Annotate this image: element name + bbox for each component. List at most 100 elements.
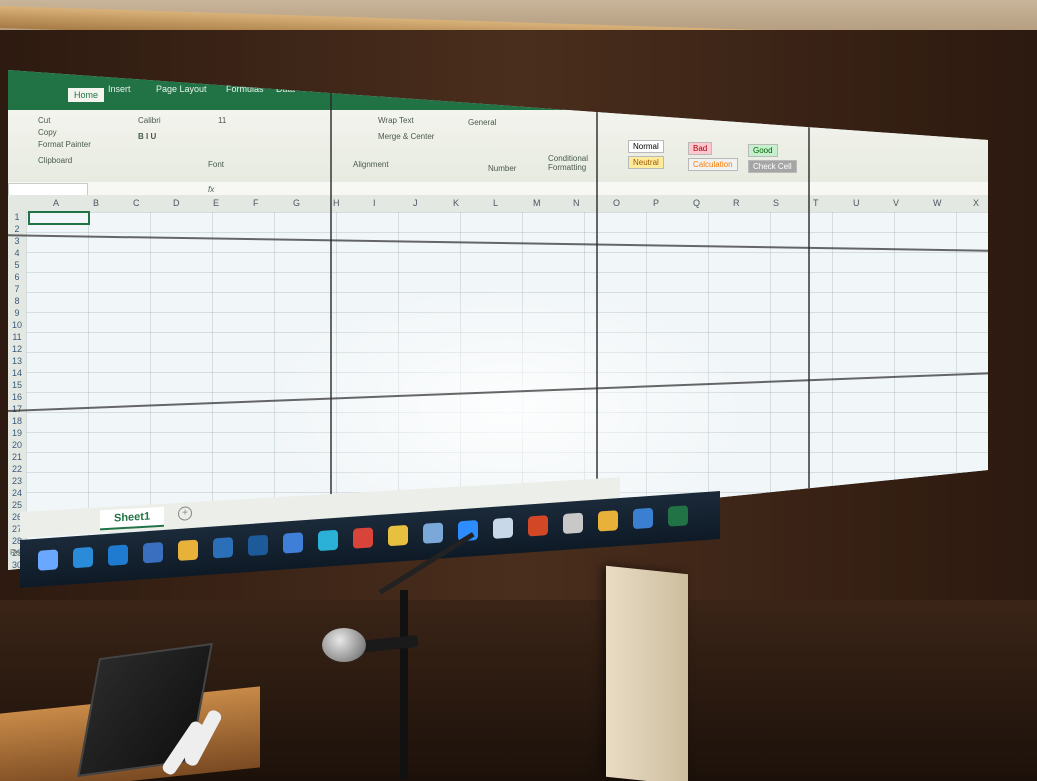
column-header[interactable]: O <box>613 198 620 208</box>
font-name-select[interactable]: Calibri <box>138 116 161 125</box>
tab-data[interactable]: Data <box>276 84 295 94</box>
row-header[interactable]: 2 <box>8 224 26 234</box>
column-header[interactable]: B <box>93 198 99 208</box>
column-header[interactable]: E <box>213 198 219 208</box>
row-header[interactable]: 9 <box>8 308 26 318</box>
column-header[interactable]: S <box>773 198 779 208</box>
zoom-slider[interactable] <box>878 532 988 544</box>
copy-button[interactable]: Copy <box>38 128 57 137</box>
column-header[interactable]: W <box>933 198 942 208</box>
row-header[interactable]: 11 <box>8 332 26 342</box>
bold-italic-underline[interactable]: B I U <box>138 132 156 141</box>
column-header-row: A B C D E F G H I J K L M N O P Q R S T U V W X <box>8 195 988 213</box>
tab-formulas[interactable]: Formulas <box>226 84 264 94</box>
column-header[interactable]: F <box>253 198 259 208</box>
mail-icon[interactable] <box>143 542 163 564</box>
conditional-formatting-button[interactable]: Conditional Formatting <box>548 154 608 172</box>
media-icon[interactable] <box>353 527 373 549</box>
column-header[interactable]: M <box>533 198 541 208</box>
row-header[interactable]: 15 <box>8 380 26 390</box>
row-header[interactable]: 5 <box>8 260 26 270</box>
row-header[interactable]: 22 <box>8 464 26 474</box>
windows-start-icon[interactable] <box>38 549 58 571</box>
row-header[interactable]: 13 <box>8 356 26 366</box>
photoshop-icon[interactable] <box>248 534 268 557</box>
column-header[interactable]: P <box>653 198 659 208</box>
outlook-icon[interactable] <box>213 537 233 559</box>
column-header[interactable]: N <box>573 198 580 208</box>
style-good[interactable]: Good <box>748 144 778 157</box>
column-header[interactable]: J <box>413 198 418 208</box>
number-format-select[interactable]: General <box>468 118 496 127</box>
excel-icon[interactable] <box>668 505 688 527</box>
add-sheet-icon[interactable]: + <box>178 506 192 521</box>
column-header[interactable]: G <box>293 198 300 208</box>
row-header[interactable]: 14 <box>8 368 26 378</box>
row-header[interactable]: 3 <box>8 236 26 246</box>
file-explorer-icon[interactable] <box>388 524 408 547</box>
cut-button[interactable]: Cut <box>38 116 50 125</box>
style-normal[interactable]: Normal <box>628 140 664 153</box>
font-size-select[interactable]: 11 <box>218 116 226 125</box>
row-header[interactable]: 16 <box>8 392 26 402</box>
style-neutral[interactable]: Neutral <box>628 156 664 169</box>
row-header[interactable]: 19 <box>8 428 26 438</box>
ribbon: Cut Copy Format Painter Clipboard Calibr… <box>8 110 988 185</box>
row-header[interactable]: 25 <box>8 500 26 510</box>
store-icon[interactable] <box>633 507 653 530</box>
style-check-cell[interactable]: Check Cell <box>748 160 797 173</box>
column-header[interactable]: Q <box>693 198 700 208</box>
visual-studio-icon[interactable] <box>283 532 303 554</box>
settings-icon[interactable] <box>563 512 583 535</box>
column-header[interactable]: R <box>733 198 740 208</box>
style-bad[interactable]: Bad <box>688 142 713 155</box>
fx-icon[interactable]: fx <box>208 185 214 194</box>
style-calculation[interactable]: Calculation <box>688 158 738 171</box>
chrome-icon[interactable] <box>178 539 198 561</box>
teams-icon[interactable] <box>318 529 338 552</box>
clock-icon[interactable] <box>493 517 513 539</box>
chrome-2-icon[interactable] <box>598 510 618 532</box>
column-header[interactable]: K <box>453 198 459 208</box>
row-header[interactable]: 6 <box>8 272 26 282</box>
tab-home[interactable]: Home <box>68 88 105 102</box>
row-header[interactable]: 24 <box>8 488 26 498</box>
panel-seam <box>808 125 810 525</box>
column-header[interactable]: V <box>893 198 899 208</box>
column-header[interactable]: D <box>173 198 180 208</box>
tab-review[interactable]: Review <box>310 84 340 94</box>
column-header[interactable]: X <box>973 198 979 208</box>
row-header[interactable]: 4 <box>8 248 26 258</box>
mic-stand <box>400 590 408 780</box>
edge-icon[interactable] <box>108 544 128 566</box>
skype-icon[interactable] <box>73 546 93 569</box>
column-header[interactable]: H <box>333 198 340 208</box>
row-header[interactable]: 20 <box>8 440 26 450</box>
row-header[interactable]: 23 <box>8 476 26 486</box>
format-painter-button[interactable]: Format Painter <box>38 140 91 149</box>
sheet-tab-sheet1[interactable]: Sheet1 <box>100 506 165 531</box>
powerpoint-icon[interactable] <box>528 515 548 537</box>
merge-center-button[interactable]: Merge & Center <box>378 132 434 141</box>
row-header[interactable]: 1 <box>8 212 26 222</box>
eraser-icon[interactable] <box>423 522 443 544</box>
column-header[interactable]: L <box>493 198 498 208</box>
tab-insert[interactable]: Insert <box>108 84 131 94</box>
tell-me-search[interactable]: Tell me what you want to do... <box>398 84 517 94</box>
column-header[interactable]: U <box>853 198 860 208</box>
row-header[interactable]: 12 <box>8 344 26 354</box>
tab-page-layout[interactable]: Page Layout <box>156 84 207 94</box>
cabinet-door <box>606 565 688 781</box>
column-header[interactable]: I <box>373 198 376 208</box>
wrap-text-button[interactable]: Wrap Text <box>378 116 414 125</box>
column-header[interactable]: A <box>53 198 59 208</box>
tab-view[interactable]: View <box>358 84 377 94</box>
selected-cell-a1[interactable] <box>28 211 90 225</box>
row-header[interactable]: 8 <box>8 296 26 306</box>
column-header[interactable]: T <box>813 198 819 208</box>
row-header[interactable]: 10 <box>8 320 26 330</box>
column-header[interactable]: C <box>133 198 140 208</box>
row-header[interactable]: 21 <box>8 452 26 462</box>
row-header[interactable]: 18 <box>8 416 26 426</box>
row-header[interactable]: 7 <box>8 284 26 294</box>
